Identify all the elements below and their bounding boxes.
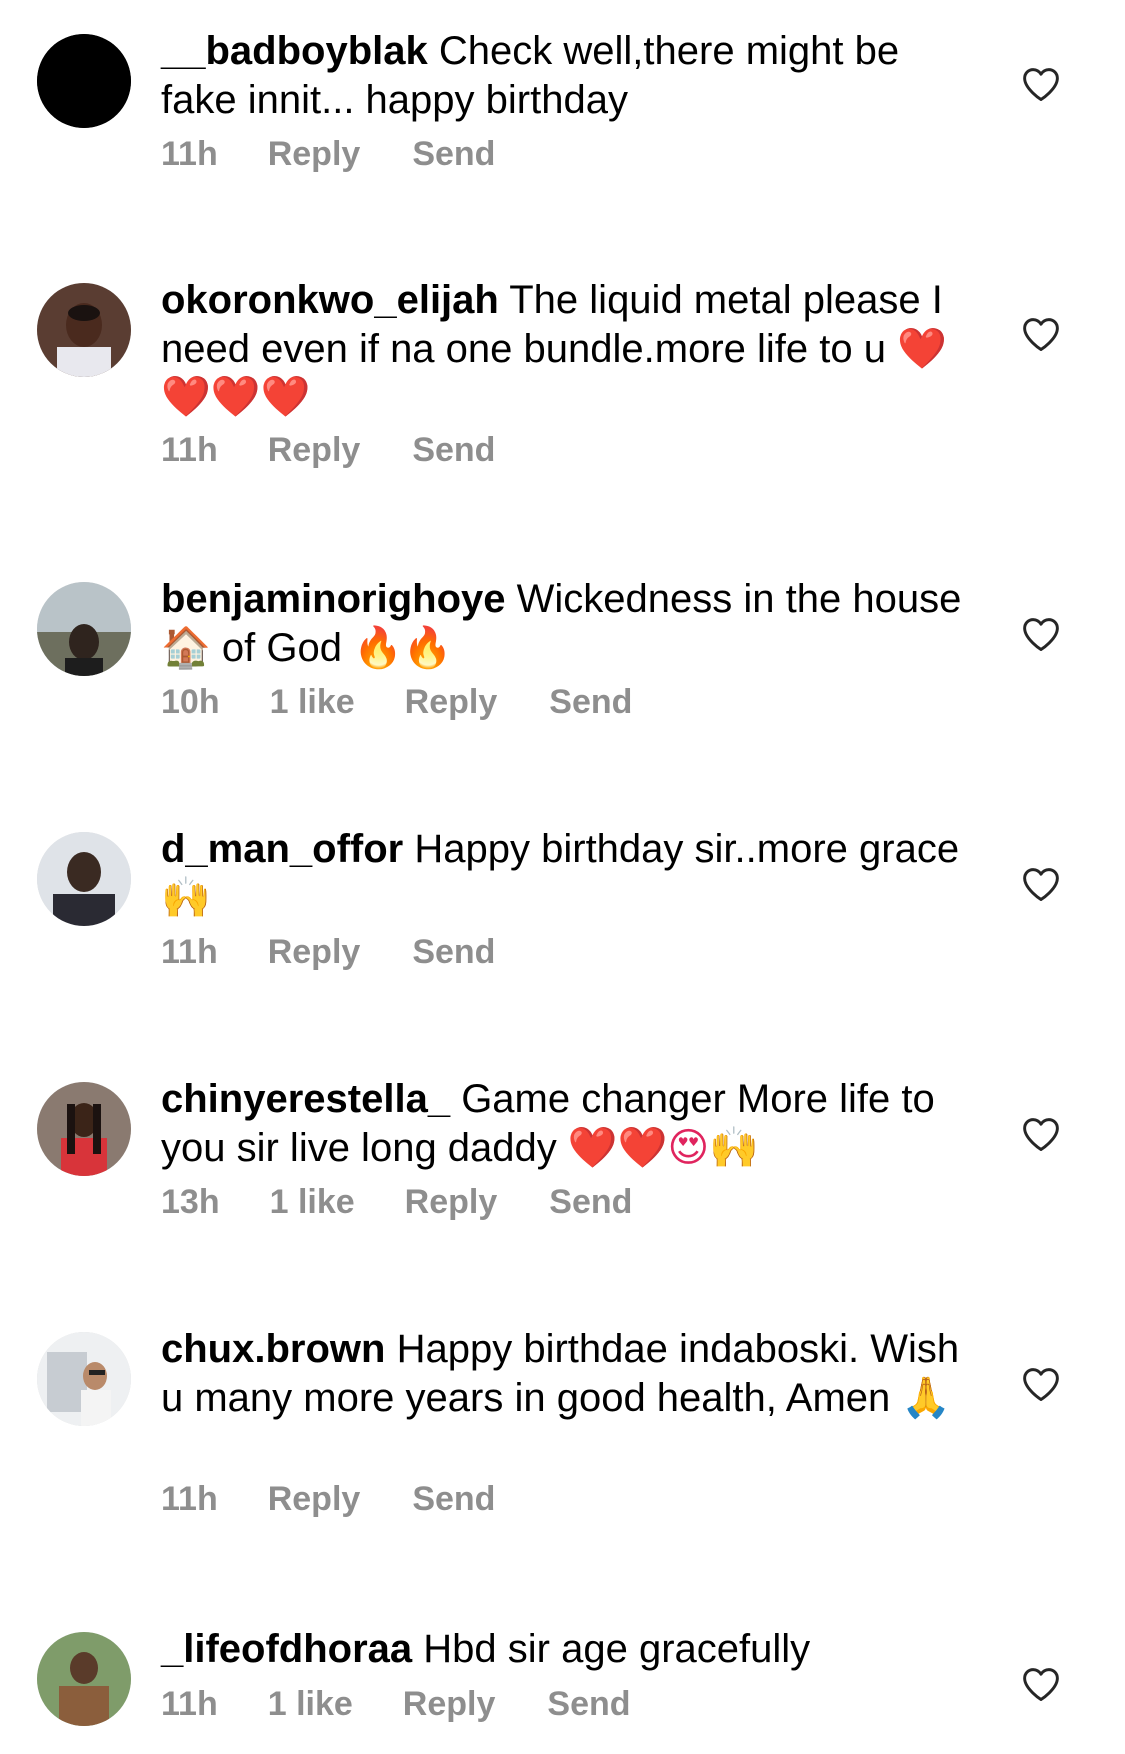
comment-username[interactable]: chinyerestella_ xyxy=(161,1077,450,1121)
heart-icon[interactable] xyxy=(1021,1666,1061,1706)
heart-icon[interactable] xyxy=(1021,66,1061,106)
reply-button[interactable]: Reply xyxy=(268,431,361,470)
fire-emoji-group: 🔥🔥 xyxy=(353,624,453,671)
comment-username[interactable]: _lifeofdhoraa xyxy=(161,1627,412,1671)
comment-time: 10h xyxy=(161,683,220,721)
comment-item: d_man_offor Happy birthday sir..more gra… xyxy=(0,827,1125,1022)
send-button[interactable]: Send xyxy=(412,431,495,470)
comment-item: _lifeofdhoraa Hbd sir age gracefully 11h… xyxy=(0,1627,1125,1754)
comment-username[interactable]: d_man_offor xyxy=(161,827,403,871)
comment-time: 11h xyxy=(161,135,218,173)
heart-icon[interactable] xyxy=(1021,616,1061,656)
comment-meta: 11h Reply Send xyxy=(161,431,495,470)
comment-text: chinyerestella_ Game changer More life t… xyxy=(161,1075,973,1172)
reply-button[interactable]: Reply xyxy=(268,135,361,174)
praying-hands-emoji: 🙏 xyxy=(901,1374,952,1421)
comment-meta: 11h 1 like Reply Send xyxy=(161,1685,631,1724)
send-button[interactable]: Send xyxy=(549,683,632,722)
comment-username[interactable]: benjaminorighoye xyxy=(161,577,506,621)
comment-text: _lifeofdhoraa Hbd sir age gracefully xyxy=(161,1625,973,1674)
heart-icon[interactable] xyxy=(1021,1116,1061,1156)
avatar[interactable] xyxy=(37,34,131,128)
comment-body: Happy birthday sir..more grace xyxy=(414,827,960,871)
reply-button[interactable]: Reply xyxy=(403,1685,496,1724)
comment-username[interactable]: __badboyblak xyxy=(161,29,428,73)
send-button[interactable]: Send xyxy=(547,1685,630,1724)
comment-username[interactable]: okoronkwo_elijah xyxy=(161,278,499,322)
reply-button[interactable]: Reply xyxy=(405,1183,498,1222)
likes-count[interactable]: 1 like xyxy=(268,1685,353,1724)
send-button[interactable]: Send xyxy=(412,933,495,972)
comment-time: 13h xyxy=(161,1183,220,1221)
comment-text: okoronkwo_elijah The liquid metal please… xyxy=(161,276,973,422)
likes-count[interactable]: 1 like xyxy=(270,683,355,722)
reply-button[interactable]: Reply xyxy=(405,683,498,722)
comment-meta: 13h 1 like Reply Send xyxy=(161,1183,632,1222)
comment-text: benjaminorighoye Wickedness in the house… xyxy=(161,575,973,672)
heart-icon[interactable] xyxy=(1021,866,1061,906)
comment-time: 11h xyxy=(161,431,218,469)
comment-username[interactable]: chux.brown xyxy=(161,1327,385,1371)
comment-item: chinyerestella_ Game changer More life t… xyxy=(0,1077,1125,1272)
send-button[interactable]: Send xyxy=(412,135,495,174)
comment-item: __badboyblak Check well,there might be f… xyxy=(0,29,1125,224)
avatar[interactable] xyxy=(37,1332,131,1426)
comment-meta: 11h Reply Send xyxy=(161,933,495,972)
avatar[interactable] xyxy=(37,582,131,676)
comment-item: okoronkwo_elijah The liquid metal please… xyxy=(0,278,1125,523)
heart-icon[interactable] xyxy=(1021,316,1061,356)
comment-meta: 11h Reply Send xyxy=(161,135,495,174)
emoji-group: ❤️❤️😍🙌 xyxy=(567,1124,760,1171)
avatar[interactable] xyxy=(37,1082,131,1176)
comment-text: d_man_offor Happy birthday sir..more gra… xyxy=(161,825,973,922)
likes-count[interactable]: 1 like xyxy=(270,1183,355,1222)
comment-text: __badboyblak Check well,there might be f… xyxy=(161,27,973,124)
comment-time: 11h xyxy=(161,1685,218,1723)
comment-text: chux.brown Happy birthdae indaboski. Wis… xyxy=(161,1325,973,1422)
send-button[interactable]: Send xyxy=(549,1183,632,1222)
comment-item: chux.brown Happy birthdae indaboski. Wis… xyxy=(0,1327,1125,1572)
reply-button[interactable]: Reply xyxy=(268,1480,361,1519)
comment-time: 11h xyxy=(161,933,218,971)
comment-meta: 11h Reply Send xyxy=(161,1480,495,1519)
comment-item: benjaminorighoye Wickedness in the house… xyxy=(0,577,1125,772)
reply-button[interactable]: Reply xyxy=(268,933,361,972)
comment-body: Hbd sir age gracefully xyxy=(423,1627,811,1671)
comment-meta: 10h 1 like Reply Send xyxy=(161,683,632,722)
avatar[interactable] xyxy=(37,1632,131,1726)
raising-hands-emoji: 🙌 xyxy=(161,874,211,921)
heart-icon[interactable] xyxy=(1021,1366,1061,1406)
avatar[interactable] xyxy=(37,283,131,377)
send-button[interactable]: Send xyxy=(412,1480,495,1519)
avatar[interactable] xyxy=(37,832,131,926)
comment-time: 11h xyxy=(161,1480,218,1518)
